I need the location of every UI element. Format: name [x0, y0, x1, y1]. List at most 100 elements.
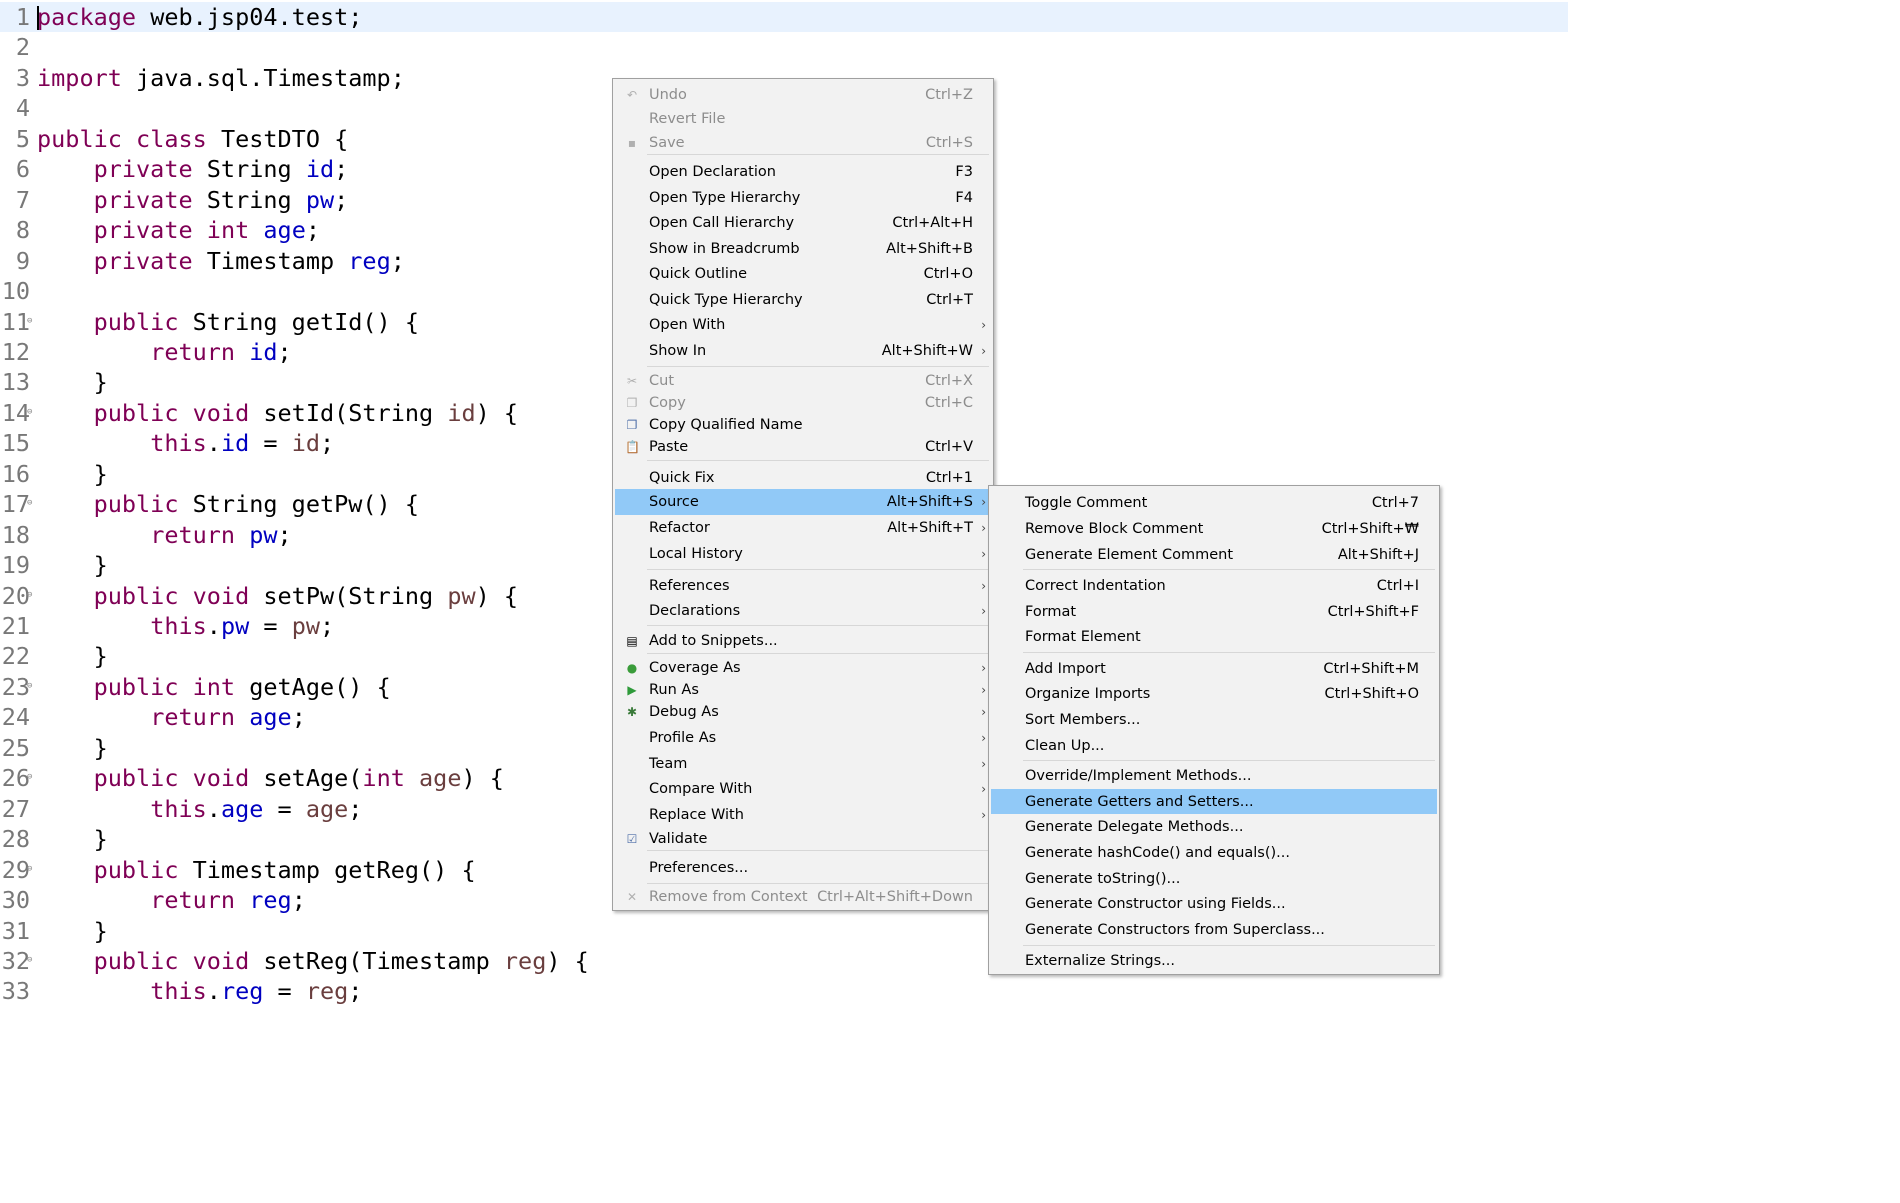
code-token: } [37, 551, 108, 580]
menu-item-show-in[interactable]: Show In Alt+Shift+W › [615, 338, 991, 364]
menu-item-label: Team [649, 756, 688, 772]
line-number: 12 [1, 337, 30, 366]
code-text: return age; [37, 702, 306, 732]
fold-toggle-icon[interactable]: ⊖ [27, 407, 32, 417]
fold-toggle-icon[interactable]: ⊖ [27, 499, 32, 508]
menu-item-references[interactable]: References › [615, 573, 991, 599]
menu-item-shortcut: Ctrl+Z [925, 86, 973, 103]
keyword-token: package [37, 3, 137, 31]
undo-icon: ↶ [626, 87, 638, 102]
fold-toggle-icon[interactable]: ⊖ [27, 955, 32, 965]
source-menu-item-correct-indentation[interactable]: Correct Indentation Ctrl+I [991, 573, 1437, 599]
menu-item-debug-as[interactable]: ✱ Debug As › [615, 701, 991, 723]
menu-item-coverage-as[interactable]: ● Coverage As › [615, 657, 991, 679]
source-menu-item-generate-constructors-from-superclass[interactable]: Generate Constructors from Superclass... [991, 917, 1437, 943]
keyword-token: public [93, 855, 179, 884]
menu-item-open-with[interactable]: Open With › [615, 312, 991, 338]
submenu-arrow-icon: › [981, 757, 986, 771]
source-menu-item-remove-block-comment[interactable]: Remove Block Comment Ctrl+Shift+₩ [991, 516, 1437, 542]
menu-item-label: Correct Indentation [1025, 578, 1166, 594]
keyword-token: void [192, 764, 250, 793]
menu-item-local-history[interactable]: Local History › [615, 541, 991, 567]
menu-item-copy-qualified-name[interactable]: ❐ Copy Qualified Name [615, 414, 991, 436]
code-text: public class TestDTO { [37, 124, 348, 154]
source-menu-item-generate-getters-and-setters[interactable]: Generate Getters and Setters... [991, 789, 1437, 814]
menu-item-paste[interactable]: 📋 Paste Ctrl+V [615, 436, 991, 458]
menu-item-team[interactable]: Team › [615, 751, 991, 777]
keyword-token: public [93, 581, 179, 610]
menu-item-validate[interactable]: ☑ Validate [615, 827, 991, 850]
menu-item-replace-with[interactable]: Replace With › [615, 802, 991, 828]
source-menu-item-generate-constructor-using-fields[interactable]: Generate Constructor using Fields... [991, 891, 1437, 917]
code-line[interactable]: 2 [0, 32, 1568, 62]
code-token: setAge( [249, 764, 363, 793]
code-token: Timestamp getReg() { [178, 855, 476, 884]
source-menu-item-override-implement-methods[interactable]: Override/Implement Methods... [991, 763, 1437, 789]
menu-item-add-to-snippets[interactable]: ▤ Add to Snippets... [615, 628, 991, 654]
source-menu-item-generate-delegate-methods[interactable]: Generate Delegate Methods... [991, 814, 1437, 840]
submenu-arrow-icon: › [981, 521, 986, 535]
submenu-arrow-icon: › [981, 731, 986, 745]
code-token: ) { [461, 764, 504, 793]
menu-item-quick-outline[interactable]: Quick Outline Ctrl+O [615, 261, 991, 287]
menu-item-source[interactable]: Source Alt+Shift+S › [615, 489, 991, 515]
parameter-token: id [291, 429, 320, 458]
keyword-token: private [93, 185, 193, 214]
fold-toggle-icon[interactable]: ⊖ [27, 681, 32, 691]
source-menu-item-toggle-comment[interactable]: Toggle Comment Ctrl+7 [991, 490, 1437, 516]
code-token: } [37, 368, 108, 397]
submenu-arrow-icon: › [981, 604, 986, 618]
text-cursor [37, 6, 39, 30]
menu-item-quick-fix[interactable]: Quick Fix Ctrl+1 [615, 465, 991, 490]
keyword-token: return [150, 886, 236, 915]
keyword-token: return [150, 703, 236, 732]
source-menu-item-clean-up[interactable]: Clean Up... [991, 733, 1437, 759]
fold-toggle-icon[interactable]: ⊖ [27, 864, 32, 874]
menu-item-label: Run As [649, 682, 699, 698]
code-line[interactable]: 1 package web.jsp04.test; [0, 2, 1568, 32]
source-menu-item-generate-element-comment[interactable]: Generate Element Comment Alt+Shift+J [991, 542, 1437, 567]
menu-item-preferences[interactable]: Preferences... [615, 855, 991, 881]
code-text: } [37, 824, 108, 854]
fold-toggle-icon[interactable]: ⊖ [27, 590, 32, 600]
menu-item-shortcut: Ctrl+T [926, 292, 973, 308]
menu-item-show-in-breadcrumb[interactable]: Show in Breadcrumb Alt+Shift+B [615, 236, 991, 262]
debug-icon: ✱ [626, 705, 638, 719]
source-menu-item-externalize-strings[interactable]: Externalize Strings... [991, 948, 1437, 974]
menu-item-profile-as[interactable]: Profile As › [615, 725, 991, 751]
menu-item-compare-with[interactable]: Compare With › [615, 776, 991, 802]
fold-toggle-icon[interactable]: ⊖ [27, 316, 32, 326]
menu-item-declarations[interactable]: Declarations › [615, 598, 991, 624]
snippets-icon: ▤ [626, 634, 638, 648]
source-menu-item-generate-tostring[interactable]: Generate toString()... [991, 866, 1437, 892]
code-line[interactable]: 33 this.reg = reg; [0, 976, 1568, 1006]
menu-item-open-type-hierarchy[interactable]: Open Type Hierarchy F4 [615, 185, 991, 211]
menu-item-quick-type-hierarchy[interactable]: Quick Type Hierarchy Ctrl+T [615, 287, 991, 313]
menu-item-label: Preferences... [649, 860, 749, 876]
menu-item-shortcut: Ctrl+7 [1371, 495, 1419, 511]
parameter-token: age [305, 794, 349, 823]
source-menu-item-format[interactable]: Format Ctrl+Shift+F [991, 599, 1437, 625]
menu-item-label: Toggle Comment [1025, 495, 1148, 511]
copy-qualified-name-icon: ❐ [626, 418, 638, 432]
menu-item-open-call-hierarchy[interactable]: Open Call Hierarchy Ctrl+Alt+H [615, 210, 991, 236]
fold-toggle-icon[interactable]: ⊖ [27, 773, 32, 782]
menu-item-refactor[interactable]: Refactor Alt+Shift+T › [615, 515, 991, 541]
source-menu-item-sort-members[interactable]: Sort Members... [991, 707, 1437, 733]
line-number: 33 [1, 977, 30, 1006]
source-menu-item-organize-imports[interactable]: Organize Imports Ctrl+Shift+O [991, 681, 1437, 707]
menu-item-run-as[interactable]: ▶ Run As › [615, 679, 991, 701]
source-menu-item-add-import[interactable]: Add Import Ctrl+Shift+M [991, 656, 1437, 682]
source-menu-item-format-element[interactable]: Format Element [991, 624, 1437, 650]
menu-item-shortcut: F3 [955, 164, 973, 180]
menu-item-shortcut: Alt+Shift+B [886, 241, 973, 257]
source-menu-item-generate-hashcode-and-equals[interactable]: Generate hashCode() and equals()... [991, 840, 1437, 866]
menu-item-open-declaration[interactable]: Open Declaration F3 [615, 159, 991, 185]
menu-item-label: Open Declaration [649, 164, 776, 180]
